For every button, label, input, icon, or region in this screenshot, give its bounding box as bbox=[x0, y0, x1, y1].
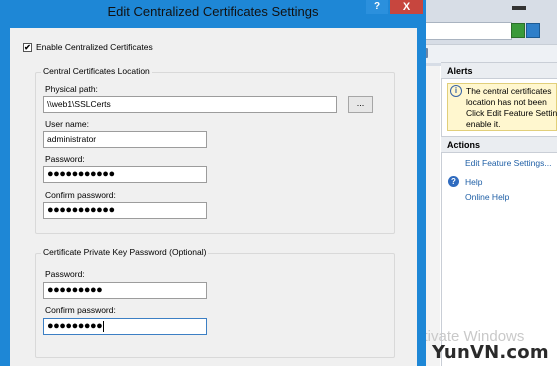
password-input[interactable]: ●●●●●●●●●●● bbox=[43, 166, 207, 183]
alert-text: enable it. bbox=[466, 119, 501, 129]
group-title: Central Certificates Location bbox=[41, 66, 152, 76]
actions-header: Actions bbox=[441, 136, 557, 153]
close-button[interactable]: X bbox=[390, 0, 423, 14]
go-icon[interactable] bbox=[511, 23, 525, 38]
browse-button[interactable]: ... bbox=[348, 96, 373, 113]
username-label: User name: bbox=[45, 119, 89, 129]
confirm-password-label: Confirm password: bbox=[45, 190, 116, 200]
info-icon: i bbox=[450, 85, 462, 97]
online-help-link[interactable]: Online Help bbox=[465, 192, 509, 202]
edit-feature-settings-link[interactable]: Edit Feature Settings... bbox=[465, 158, 551, 168]
username-input[interactable]: administrator bbox=[43, 131, 207, 148]
brand-watermark: YunVN.com bbox=[432, 342, 549, 363]
text-caret bbox=[103, 320, 105, 332]
alert-text: location has not been bbox=[466, 97, 547, 107]
confirm-password-input[interactable]: ●●●●●●●●●●● bbox=[43, 202, 207, 219]
alert-text: Click Edit Feature Settin bbox=[466, 108, 557, 118]
enable-centralized-certificates-checkbox[interactable]: ✔ bbox=[23, 43, 32, 52]
dialog-title: Edit Centralized Certificates Settings bbox=[107, 4, 319, 19]
physical-path-label: Physical path: bbox=[45, 84, 98, 94]
enable-centralized-certificates-label: Enable Centralized Certificates bbox=[36, 42, 153, 52]
help-icon[interactable]: ? bbox=[448, 176, 459, 187]
help-button[interactable]: ? bbox=[366, 0, 388, 14]
key-password-label: Password: bbox=[45, 269, 85, 279]
alert-text: The central certificates bbox=[466, 86, 552, 96]
key-confirm-password-value: ●●●●●●●●● bbox=[47, 320, 103, 332]
refresh-icon[interactable] bbox=[526, 23, 540, 38]
physical-path-input[interactable]: \\web1\SSLCerts bbox=[43, 96, 337, 113]
key-password-input[interactable]: ●●●●●●●●● bbox=[43, 282, 207, 299]
key-confirm-password-label: Confirm password: bbox=[45, 305, 116, 315]
alerts-header: Alerts bbox=[441, 62, 557, 79]
help-link[interactable]: Help bbox=[465, 177, 482, 187]
group-title: Certificate Private Key Password (Option… bbox=[41, 247, 209, 257]
password-label: Password: bbox=[45, 154, 85, 164]
window-minimize-icon[interactable] bbox=[512, 2, 552, 12]
key-confirm-password-input[interactable]: ●●●●●●●●● bbox=[43, 318, 207, 335]
